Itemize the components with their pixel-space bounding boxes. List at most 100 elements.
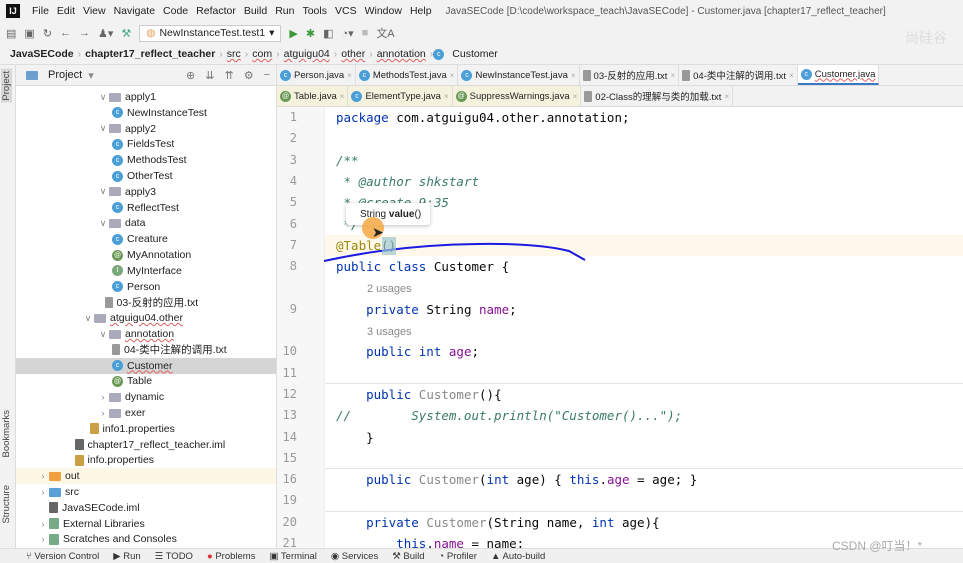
vcs-icon[interactable]: ♟▾	[98, 27, 113, 40]
tree-item[interactable]: JavaSECode.iml	[16, 500, 276, 516]
run-config-select[interactable]: ◍ NewInstanceTest.test1 ▾	[139, 24, 282, 42]
breadcrumb-item[interactable]: annotation	[373, 48, 430, 60]
tree-item[interactable]: ∨ apply2	[16, 121, 276, 137]
editor-tab[interactable]: 03-反射的应用.txt ×	[580, 65, 680, 85]
code-editor[interactable]: 1 2 3 4 5 6 7 8 9 10 11 12 13 14 15 16 19 20 21 package co…	[277, 107, 963, 548]
editor-tab[interactable]: c ElementType.java ×	[348, 86, 453, 106]
editor-tab[interactable]: 04-类中注解的调用.txt ×	[679, 65, 798, 85]
menu-window[interactable]: Window	[361, 5, 406, 17]
close-icon[interactable]: ×	[670, 71, 675, 80]
open-icon[interactable]: ▤	[6, 27, 16, 40]
profile-icon[interactable]: ◔▾	[341, 27, 353, 40]
chevron-down-icon[interactable]: ∨	[97, 123, 109, 134]
tree-item[interactable]: › out	[16, 468, 276, 485]
close-icon[interactable]: ×	[347, 71, 352, 80]
tree-item[interactable]: c ReflectTest	[16, 200, 276, 216]
tree-item[interactable]: ∨ apply3	[16, 184, 276, 200]
sync-icon[interactable]: ↻	[43, 27, 52, 40]
tree-item[interactable]: c Person	[16, 279, 276, 295]
breadcrumb-item[interactable]: com	[248, 48, 276, 60]
debug-icon[interactable]: ✱	[306, 27, 315, 40]
tree-item[interactable]: › External Libraries	[16, 516, 276, 532]
editor-tab[interactable]: c Person.java ×	[277, 65, 356, 85]
close-icon[interactable]: ×	[573, 92, 578, 101]
toolwindow-services[interactable]: ◉ Services	[331, 551, 378, 562]
menu-navigate[interactable]: Navigate	[110, 5, 159, 17]
toolwindow-terminal[interactable]: ▣ Terminal	[269, 551, 316, 562]
chevron-down-icon[interactable]: ∨	[97, 92, 109, 103]
tree-item[interactable]: 03-反射的应用.txt	[16, 294, 276, 310]
tree-item[interactable]: chapter17_reflect_teacher.iml	[16, 437, 276, 453]
toolwindow-todo[interactable]: ☰ TODO	[155, 551, 193, 562]
chevron-right-icon[interactable]: ›	[97, 408, 109, 418]
gear-icon[interactable]: ⚙	[244, 69, 254, 82]
chevron-right-icon[interactable]: ›	[97, 392, 109, 402]
chevron-right-icon[interactable]: ›	[37, 519, 49, 529]
chevron-down-icon[interactable]: ∨	[97, 329, 109, 340]
close-icon[interactable]: ×	[450, 71, 455, 80]
toolwindow-profiler[interactable]: ◔ Profiler	[438, 551, 476, 562]
editor-tab[interactable]: c MethodsTest.java ×	[356, 65, 459, 85]
tree-item[interactable]: @ Table	[16, 373, 276, 389]
tree-item[interactable]: › dynamic	[16, 389, 276, 405]
menu-view[interactable]: View	[79, 5, 110, 17]
project-title[interactable]: Project	[48, 69, 82, 81]
bookmarks-tool-tab[interactable]: Bookmarks	[1, 410, 12, 458]
tree-item[interactable]: ∨ apply1	[16, 89, 276, 105]
coverage-icon[interactable]: ◧	[323, 27, 333, 40]
toolwindow-auto-build[interactable]: ▲ Auto-build	[491, 551, 545, 562]
tree-item[interactable]: › src	[16, 484, 276, 500]
tree-item[interactable]: c FieldsTest	[16, 136, 276, 152]
close-icon[interactable]: ×	[571, 71, 576, 80]
breadcrumb-item[interactable]: JavaSECode	[6, 48, 78, 60]
editor-tab[interactable]: 02-Class的理解与类的加载.txt ×	[581, 86, 734, 106]
close-icon[interactable]: ×	[724, 92, 729, 101]
chevron-right-icon[interactable]: ›	[37, 534, 49, 544]
tree-item[interactable]: I MyInterface	[16, 263, 276, 279]
menu-vcs[interactable]: VCS	[331, 5, 361, 17]
menu-code[interactable]: Code	[159, 5, 192, 17]
chevron-down-icon[interactable]: ▾	[88, 69, 94, 82]
build-hammer-icon[interactable]: ⚒	[121, 27, 131, 40]
editor-tab[interactable]: @ SuppressWarnings.java ×	[452, 86, 582, 106]
tree-item[interactable]: ∨ annotation	[16, 326, 276, 342]
translate-icon[interactable]: 文A	[376, 25, 394, 41]
tree-item[interactable]: c MethodsTest	[16, 152, 276, 168]
menu-help[interactable]: Help	[406, 5, 436, 17]
back-icon[interactable]: ←	[60, 27, 71, 39]
tree-item[interactable]: c Creature	[16, 231, 276, 247]
tree-item[interactable]: › exer	[16, 405, 276, 421]
tree-item[interactable]: ∨ atguigu04.other	[16, 310, 276, 326]
tree-item[interactable]: @ MyAnnotation	[16, 247, 276, 263]
run-icon[interactable]: ▶	[289, 27, 297, 40]
chevron-right-icon[interactable]: ›	[37, 471, 49, 481]
stop-icon[interactable]: ■	[362, 27, 369, 39]
tree-item[interactable]: c OtherTest	[16, 168, 276, 184]
locate-icon[interactable]: ⊕	[186, 69, 195, 82]
tree-item[interactable]: info.properties	[16, 452, 276, 468]
close-icon[interactable]: ×	[444, 92, 449, 101]
collapse-all-icon[interactable]: ⇈	[224, 69, 233, 82]
close-icon[interactable]: ×	[789, 71, 794, 80]
editor-tab[interactable]: c NewInstanceTest.java ×	[458, 65, 580, 85]
tree-item[interactable]: info1.properties	[16, 421, 276, 437]
close-icon[interactable]: ×	[340, 92, 345, 101]
menu-run[interactable]: Run	[271, 5, 298, 17]
toolwindow-problems[interactable]: ● Problems	[207, 551, 256, 562]
menu-tools[interactable]: Tools	[298, 5, 331, 17]
menu-refactor[interactable]: Refactor	[192, 5, 240, 17]
menu-edit[interactable]: Edit	[53, 5, 79, 17]
structure-tool-tab[interactable]: Structure	[1, 485, 12, 524]
toolwindow-version-control[interactable]: ⑂ Version Control	[26, 551, 99, 562]
menu-build[interactable]: Build	[240, 5, 271, 17]
hide-icon[interactable]: −	[264, 69, 270, 82]
editor-tab[interactable]: @ Table.java ×	[277, 86, 349, 106]
chevron-down-icon[interactable]: ∨	[97, 218, 109, 229]
toolwindow-run[interactable]: ▶ Run	[113, 551, 140, 562]
save-icon[interactable]: ▣	[24, 27, 34, 40]
breadcrumb-item[interactable]: other	[337, 48, 369, 60]
chevron-down-icon[interactable]: ∨	[97, 186, 109, 197]
tree-item[interactable]: ∨ data	[16, 215, 276, 231]
menu-file[interactable]: File	[28, 5, 53, 17]
breadcrumb-item[interactable]: atguigu04	[280, 48, 334, 60]
